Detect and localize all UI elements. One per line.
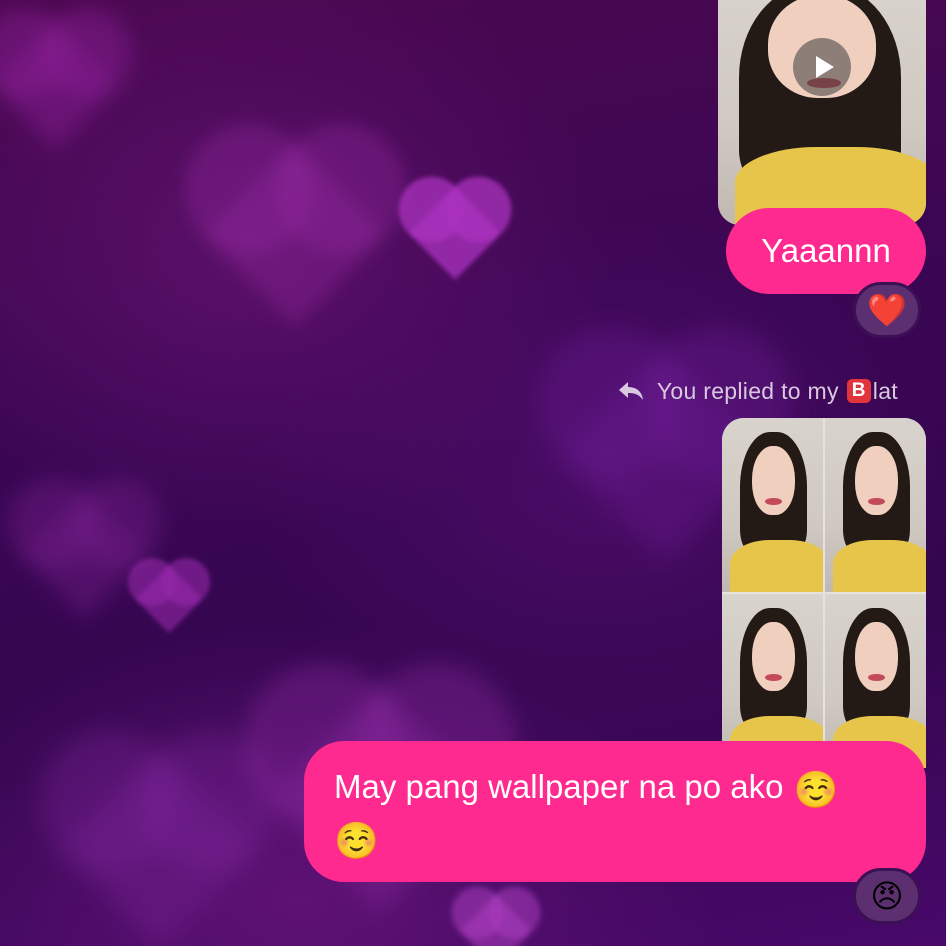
background-heart <box>135 565 203 633</box>
background-heart <box>459 894 533 946</box>
message-bubble[interactable]: Yaaannn <box>726 208 926 294</box>
background-heart <box>21 491 149 619</box>
message-bubble[interactable]: May pang wallpaper na po ako ☺️ ☺️ <box>304 741 926 882</box>
reply-prefix: You replied to my <box>656 377 839 404</box>
background-heart <box>0 21 119 149</box>
background-heart <box>61 751 259 946</box>
background-heart <box>203 143 387 327</box>
play-icon[interactable] <box>793 38 851 96</box>
message-text: May pang wallpaper na po ako <box>334 768 784 805</box>
reply-suffix: lat <box>872 377 898 404</box>
video-message-thumbnail[interactable] <box>718 0 926 225</box>
video-frame <box>718 0 926 225</box>
photo-message-collage[interactable] <box>722 418 926 768</box>
reply-context: You replied to my B lat <box>617 374 898 408</box>
heart-reaction[interactable]: ❤️ <box>853 282 921 338</box>
message-text: Yaaannn <box>761 232 891 269</box>
reply-arrow-icon <box>618 382 643 400</box>
smiling-face-emoji: ☺️ <box>793 769 839 810</box>
b-button-emoji: B <box>846 379 871 403</box>
photo-tile <box>825 418 926 592</box>
chat-screen: Yaaannn ❤️ You replied to my B lat May p… <box>0 0 946 946</box>
smiling-face-emoji: ☺️ <box>334 820 379 861</box>
photo-tile <box>722 418 823 592</box>
pouting-face-reaction[interactable]: 😠 <box>853 868 921 924</box>
background-heart <box>408 186 502 280</box>
